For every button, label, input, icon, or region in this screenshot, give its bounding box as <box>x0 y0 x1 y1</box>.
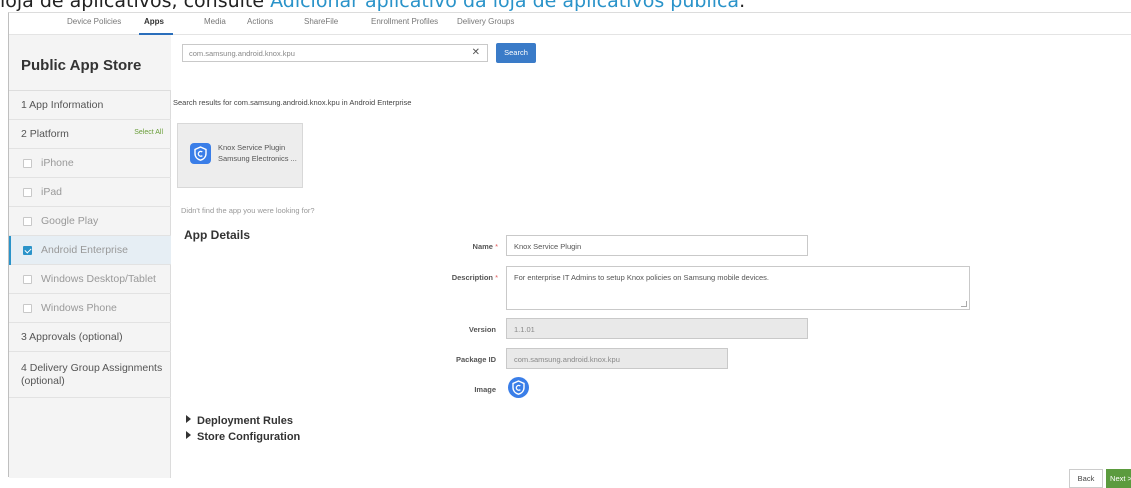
package-id-value: com.samsung.android.knox.kpu <box>514 355 620 364</box>
deployment-rules-label: Deployment Rules <box>197 415 293 427</box>
caption-prefix: loja de aplicativos, consulte <box>0 0 271 12</box>
tab-media[interactable]: Media <box>204 17 226 26</box>
main-content: ✕ Search Search results for com.samsung.… <box>172 35 1131 488</box>
platform-iphone[interactable]: iPhone <box>9 149 171 178</box>
name-label-text: Name <box>472 242 493 251</box>
platform-label: iPad <box>41 186 63 198</box>
app-search-box[interactable]: ✕ <box>182 44 488 62</box>
next-button[interactable]: Next > <box>1106 469 1131 488</box>
checkbox[interactable] <box>23 159 32 168</box>
description-label-text: Description <box>451 273 493 282</box>
required-mark: * <box>495 242 498 251</box>
sidebar-step-platform[interactable]: 2 Platform Select All <box>9 120 171 149</box>
back-button[interactable]: Back <box>1069 469 1103 488</box>
package-id-field: com.samsung.android.knox.kpu <box>506 348 728 369</box>
version-value: 1.1.01 <box>514 325 535 334</box>
top-tab-bar: Device Policies Apps Media Actions Share… <box>9 13 1131 35</box>
expand-arrow-icon <box>186 431 191 439</box>
step-label: 4 Delivery Group Assignments (optional) <box>21 362 163 387</box>
tab-delivery-groups[interactable]: Delivery Groups <box>457 17 514 26</box>
checkbox[interactable] <box>23 275 32 284</box>
app-image-icon <box>508 377 529 403</box>
platform-label: Android Enterprise <box>41 244 128 256</box>
sidebar-step-approvals[interactable]: 3 Approvals (optional) <box>9 323 171 352</box>
knox-app-icon <box>190 143 211 169</box>
platform-label: iPhone <box>41 157 74 169</box>
app-window: Device Policies Apps Media Actions Share… <box>8 12 1131 488</box>
checkbox[interactable] <box>23 217 32 226</box>
sidebar-header: Public App Store <box>9 35 171 91</box>
platform-google-play[interactable]: Google Play <box>9 207 171 236</box>
platform-android-enterprise[interactable]: Android Enterprise <box>9 236 171 265</box>
clear-search-icon[interactable]: ✕ <box>472 47 480 58</box>
search-result-card[interactable]: Knox Service Plugin Samsung Electronics … <box>177 123 303 188</box>
result-app-name: Knox Service Plugin <box>218 143 286 152</box>
tab-actions[interactable]: Actions <box>247 17 273 26</box>
required-mark: * <box>495 273 498 282</box>
version-field: 1.1.01 <box>506 318 808 339</box>
platform-windows-desktop-tablet[interactable]: Windows Desktop/Tablet <box>9 265 171 294</box>
didnt-find-link[interactable]: Didn't find the app you were looking for… <box>181 206 315 215</box>
platform-label: Google Play <box>41 215 99 227</box>
search-button[interactable]: Search <box>496 43 536 63</box>
step-label: 1 App Information <box>21 99 104 111</box>
tab-apps[interactable]: Apps <box>144 17 164 26</box>
description-field[interactable]: For enterprise IT Admins to setup Knox p… <box>506 266 970 310</box>
deployment-rules-toggle[interactable]: Deployment Rules <box>186 415 293 427</box>
select-all-link[interactable]: Select All <box>134 129 163 136</box>
platform-label: Windows Desktop/Tablet <box>41 273 156 285</box>
step-label: 3 Approvals (optional) <box>21 331 123 343</box>
sidebar-title: Public App Store <box>21 57 142 74</box>
name-value: Knox Service Plugin <box>514 242 582 251</box>
platform-windows-phone[interactable]: Windows Phone <box>9 294 171 323</box>
step-label: 2 Platform <box>21 128 69 140</box>
caption-suffix: . <box>739 0 746 12</box>
app-search-input[interactable] <box>189 47 469 59</box>
name-field[interactable]: Knox Service Plugin <box>506 235 808 256</box>
tab-device-policies[interactable]: Device Policies <box>67 17 121 26</box>
tab-enrollment-profiles[interactable]: Enrollment Profiles <box>371 17 438 26</box>
platform-label: Windows Phone <box>41 302 117 314</box>
search-results-text: Search results for com.samsung.android.k… <box>173 98 412 107</box>
sidebar-step-app-information[interactable]: 1 App Information <box>9 91 171 120</box>
store-configuration-toggle[interactable]: Store Configuration <box>186 431 300 443</box>
image-label: Image <box>474 385 496 394</box>
description-label: Description * <box>348 273 498 282</box>
caption-link[interactable]: Adicionar aplicativo da loja de aplicati… <box>270 0 739 12</box>
wizard-sidebar: Public App Store 1 App Information 2 Pla… <box>9 35 171 478</box>
checkbox[interactable] <box>23 188 32 197</box>
checkbox-checked[interactable] <box>23 246 32 255</box>
app-details-title: App Details <box>184 228 251 242</box>
sidebar-step-delivery-group-assignments[interactable]: 4 Delivery Group Assignments (optional) <box>9 352 171 398</box>
tab-sharefile[interactable]: ShareFile <box>304 17 338 26</box>
package-id-label: Package ID <box>455 355 496 364</box>
platform-ipad[interactable]: iPad <box>9 178 171 207</box>
checkbox[interactable] <box>23 304 32 313</box>
expand-arrow-icon <box>186 415 191 423</box>
document-caption: loja de aplicativos, consulte Adicionar … <box>0 0 1131 12</box>
store-configuration-label: Store Configuration <box>197 431 301 443</box>
name-label: Name * <box>348 242 498 251</box>
version-label: Version <box>468 325 496 334</box>
result-app-vendor: Samsung Electronics ... <box>218 154 297 163</box>
description-value: For enterprise IT Admins to setup Knox p… <box>514 273 769 282</box>
